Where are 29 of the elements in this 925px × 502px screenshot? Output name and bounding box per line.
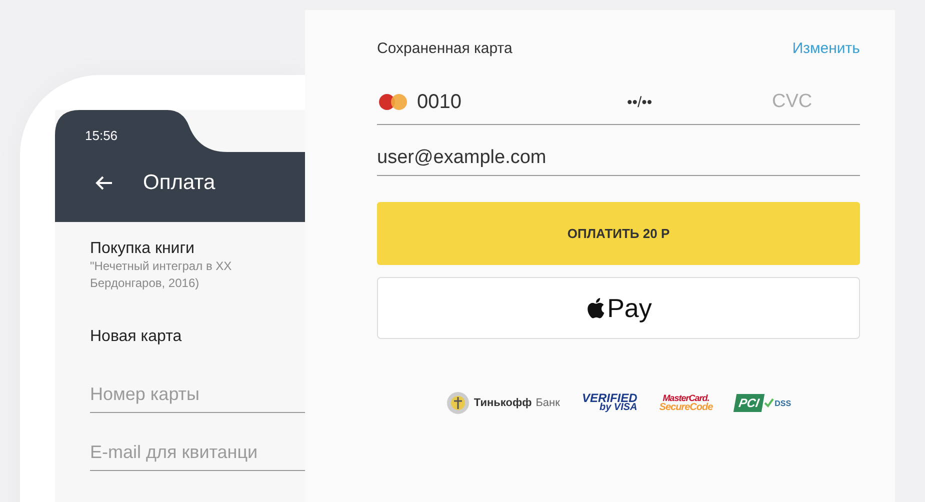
purchase-detail: "Нечетный интеграл в XX [90, 258, 233, 275]
emblem-icon [446, 391, 470, 415]
dss-text: DSS [774, 398, 792, 408]
card-expiry: ••/•• [627, 94, 654, 110]
card-number: 0010 [417, 90, 462, 114]
cvc-placeholder: CVC [772, 91, 812, 113]
card-brand-icon [377, 93, 409, 111]
purchase-detail: Бердонгаров, 2016) [90, 275, 200, 292]
verified-text: VERIFIED [582, 393, 638, 403]
screen-title: Оплата [143, 171, 216, 195]
check-icon [764, 398, 774, 408]
card-number-field[interactable]: Номер карты [90, 378, 305, 413]
bank-name-suffix: Банк [536, 397, 560, 409]
visa-text: by VISA [599, 403, 638, 413]
pci-badge: PCI [733, 394, 764, 412]
apple-pay-button[interactable]: Pay [377, 277, 860, 339]
email-field[interactable]: user@example.com [377, 137, 860, 176]
section-label: Сохраненная карта [377, 40, 512, 57]
securecode-text: SecureCode [659, 403, 713, 413]
email-field[interactable]: E-mail для квитанци [90, 436, 305, 471]
back-icon[interactable] [95, 175, 113, 191]
section-label: Новая карта [90, 328, 183, 346]
purchase-title: Покупка книги [90, 240, 196, 258]
mastercard-text: MasterCard. [662, 393, 710, 403]
apple-icon [585, 296, 606, 320]
status-time: 15:56 [84, 127, 118, 143]
saved-card-field[interactable]: 0010 ••/•• CVC [377, 87, 860, 125]
bank-name: Тинькофф [474, 397, 532, 409]
submit-payment-button[interactable]: ОПЛАТИТЬ 20 Р [377, 202, 860, 265]
